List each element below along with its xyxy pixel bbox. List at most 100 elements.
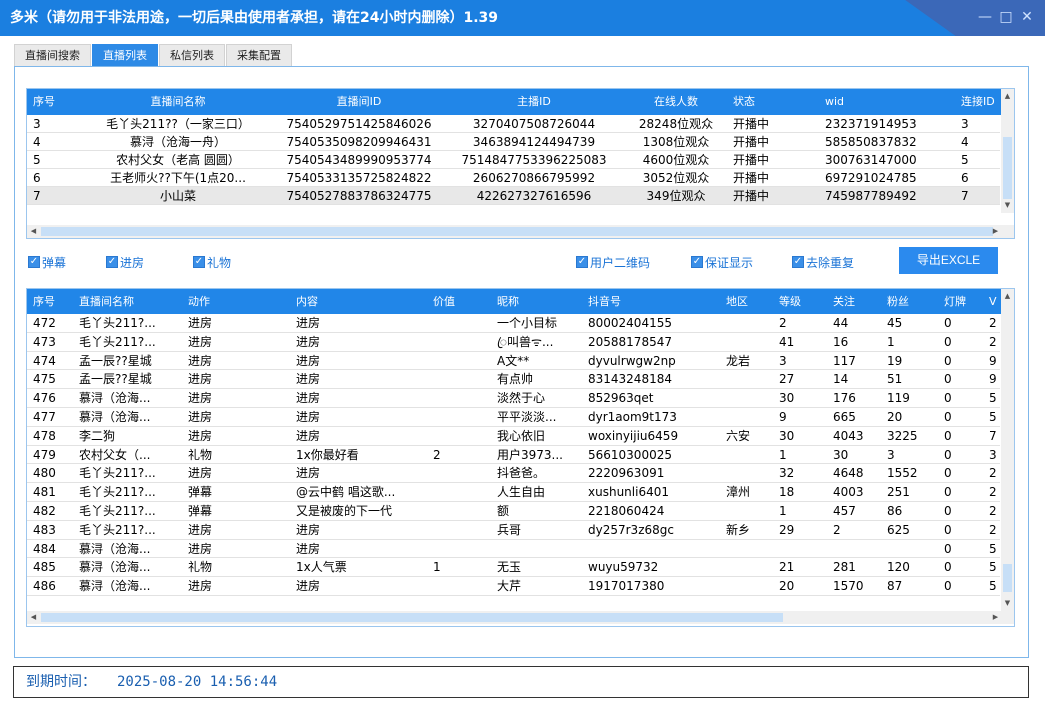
table-row[interactable]: 483 毛丫头211?... 进房 进房 兵哥 dy257r3z68gc 新乡 29 2 625 0… xyxy=(27,521,1000,540)
column-header[interactable]: 等级 xyxy=(779,289,831,314)
column-header[interactable]: 内容 xyxy=(296,289,428,314)
vertical-scrollbar[interactable]: ▲ ▼ xyxy=(1001,89,1014,213)
table-row[interactable]: 481 毛丫头211?... 弹幕 @云中鹤 唱这歌... 人生自由 xushunli64… xyxy=(27,483,1000,502)
column-header[interactable]: wid xyxy=(825,89,955,115)
table-row[interactable]: 472 毛丫头211?... 进房 进房 一个小目标 80002404155 2 44 45 0 2 xyxy=(27,314,1000,333)
table-row[interactable]: 476 慕浔（沧海... 进房 进房 淡然于心 852963qet 30 176 119 0 5 xyxy=(27,389,1000,408)
column-header[interactable]: 昵称 xyxy=(497,289,585,314)
scroll-down-icon[interactable]: ▼ xyxy=(1001,597,1014,609)
table-cell: 又是被废的下一代 xyxy=(296,504,393,518)
ensure-display-checkbox[interactable]: ✓ 保证显示 xyxy=(691,255,753,270)
table-row[interactable]: 482 毛丫头211?... 弹幕 又是被废的下一代 额 2218060424 1 457 86… xyxy=(27,502,1000,521)
table-cell: 0 xyxy=(944,466,952,481)
scroll-down-icon[interactable]: ▼ xyxy=(1001,199,1014,211)
scroll-up-icon[interactable]: ▲ xyxy=(1001,290,1014,302)
column-header[interactable]: 序号 xyxy=(33,289,77,314)
column-header[interactable]: 动作 xyxy=(188,289,292,314)
table-cell: 进房 xyxy=(296,410,321,424)
column-header[interactable]: 直播间名称 xyxy=(79,289,185,314)
table-cell: 3 xyxy=(961,117,969,131)
table-cell: 7514847753396225083 xyxy=(461,153,607,167)
table-cell: 0 xyxy=(944,334,952,349)
table-cell: 5 xyxy=(989,579,997,594)
scrollbar-thumb[interactable] xyxy=(41,227,993,236)
column-header[interactable]: 直播间名称 xyxy=(79,89,277,115)
column-header[interactable]: 序号 xyxy=(33,89,73,115)
checkbox-label: 去除重复 xyxy=(806,255,855,270)
user-qrcode-checkbox[interactable]: ✓ 用户二维码 xyxy=(576,255,650,270)
close-icon[interactable]: ✕ xyxy=(1018,8,1036,26)
table-row[interactable]: 5 农村父女（老高 圆圆） 7540543489990953774 751484775… xyxy=(27,151,1000,169)
table-row[interactable]: 7 小山菜 7540527883786324775 422627327616596 34… xyxy=(27,187,1000,205)
table-row[interactable]: 477 慕浔（沧海... 进房 进房 平平淡淡... dyr1aom9t173 9 665 20… xyxy=(27,408,1000,427)
column-header[interactable]: 直播间ID xyxy=(279,89,439,115)
table-row[interactable]: 473 毛丫头211?... 进房 进房ꦿ叫兽ᯤ... 20588178547 41 16 1… xyxy=(27,333,1000,352)
minimize-icon[interactable]: — xyxy=(976,8,994,26)
column-header[interactable]: 连接ID xyxy=(961,89,1001,115)
column-header[interactable]: 在线人数 xyxy=(627,89,725,115)
table-row[interactable]: 480 毛丫头211?... 进房 进房 抖爸爸。 2220963091 32 4648 155… xyxy=(27,464,1000,484)
table-row[interactable]: 485 慕浔（沧海... 礼物 1x人气票 1 无玉 wuyu59732 21 281 120 0 5 xyxy=(27,558,1000,578)
table-cell: 482 xyxy=(33,504,56,518)
scroll-up-icon[interactable]: ▲ xyxy=(1001,90,1014,102)
table-cell: 进房 xyxy=(296,316,321,330)
column-header[interactable]: 主播ID xyxy=(449,89,619,115)
table-cell: 44 xyxy=(833,316,849,330)
table-cell: 2606270866795992 xyxy=(472,171,596,185)
column-header[interactable]: 抖音号 xyxy=(588,289,723,314)
export-excel-button[interactable]: 导出EXCLE xyxy=(899,247,998,274)
table-row[interactable]: 478 李二狗 进房 进房 我心依旧 woxinyijiu6459 六安 30 4043 3225… xyxy=(27,427,1000,446)
tab-private-messages[interactable]: 私信列表 xyxy=(159,44,225,66)
column-header[interactable]: 灯牌 xyxy=(944,289,986,314)
table-row[interactable]: 479 农村父女（... 礼物 1x你最好看 2 用户3973... 56610300025… xyxy=(27,446,1000,465)
check-icon: ✓ xyxy=(691,256,703,268)
scroll-right-icon[interactable]: ▶ xyxy=(989,611,1002,623)
column-header[interactable]: 粉丝 xyxy=(887,289,943,314)
scroll-right-icon[interactable]: ▶ xyxy=(989,225,1002,237)
table-cell: 进房 xyxy=(296,522,321,537)
scroll-left-icon[interactable]: ◀ xyxy=(27,225,40,237)
maximize-icon[interactable]: □ xyxy=(997,8,1015,26)
check-icon: ✓ xyxy=(28,256,40,268)
table-header: 序号 直播间名称 动作 内容 价值 昵称 抖音号 地区 等级 关注 粉丝 灯牌 V xyxy=(27,289,1014,314)
table-cell: 2 xyxy=(833,522,841,537)
table-cell: 龙岩 xyxy=(726,353,751,368)
danmaku-checkbox[interactable]: ✓ 弹幕 xyxy=(28,255,66,270)
table-cell: 毛丫头211?... xyxy=(79,504,156,518)
table-row[interactable]: 484 慕浔（沧海... 进房 进房 0 5 xyxy=(27,540,1000,559)
table-row[interactable]: 475 孟一辰??星城 进房 进房 有点帅 83143248184 27 14 51 0 9 xyxy=(27,370,1000,390)
vertical-scrollbar[interactable]: ▲ ▼ xyxy=(1001,289,1014,611)
table-row[interactable]: 3 毛丫头211??（一家三口） 7540529751425846026 327040… xyxy=(27,115,1000,133)
scrollbar-thumb[interactable] xyxy=(41,613,783,622)
table-cell: 87 xyxy=(887,579,903,594)
horizontal-scrollbar[interactable]: ◀ ▶ xyxy=(27,225,1014,238)
column-header[interactable]: 关注 xyxy=(833,289,885,314)
horizontal-scrollbar[interactable]: ◀ ▶ xyxy=(27,611,1014,624)
table-cell: 18 xyxy=(779,485,795,500)
table-cell: 119 xyxy=(887,391,910,406)
column-header[interactable]: V xyxy=(989,289,1001,314)
table-cell: 2 xyxy=(433,447,441,462)
gift-checkbox[interactable]: ✓ 礼物 xyxy=(193,255,231,270)
table-cell: 349位观众 xyxy=(646,189,706,203)
table-cell: 30 xyxy=(833,447,849,462)
table-row[interactable]: 486 慕浔（沧海... 进房 进房 大芹 1917017380 20 1570 87 0 5 xyxy=(27,577,1000,596)
remove-duplicates-checkbox[interactable]: ✓ 去除重复 xyxy=(792,255,855,270)
table-row[interactable]: 474 孟一辰??星城 进房 进房 A文** dyvulrwgw2np 龙岩 3 117 19 0 9 xyxy=(27,352,1000,371)
table-cell: 0 xyxy=(944,560,952,575)
scroll-left-icon[interactable]: ◀ xyxy=(27,611,40,623)
column-header[interactable]: 价值 xyxy=(433,289,493,314)
table-row[interactable]: 4 慕浔（沧海一舟） 7540535098209946431 346389412449… xyxy=(27,133,1000,151)
check-icon: ✓ xyxy=(576,256,588,268)
table-cell: 小山菜 xyxy=(159,189,196,203)
table-cell: 481 xyxy=(33,485,56,500)
scrollbar-thumb[interactable] xyxy=(1003,137,1012,199)
scrollbar-thumb[interactable] xyxy=(1003,564,1012,592)
tab-room-search[interactable]: 直播间搜索 xyxy=(14,44,91,66)
tab-collect-config[interactable]: 采集配置 xyxy=(226,44,292,66)
column-header[interactable]: 状态 xyxy=(733,89,823,115)
enter-room-checkbox[interactable]: ✓ 进房 xyxy=(106,255,144,270)
table-row[interactable]: 6 王老师火??下午(1点20... 7540533135725824822 2606… xyxy=(27,169,1000,187)
tab-live-list[interactable]: 直播列表 xyxy=(92,44,158,66)
column-header[interactable]: 地区 xyxy=(726,289,776,314)
